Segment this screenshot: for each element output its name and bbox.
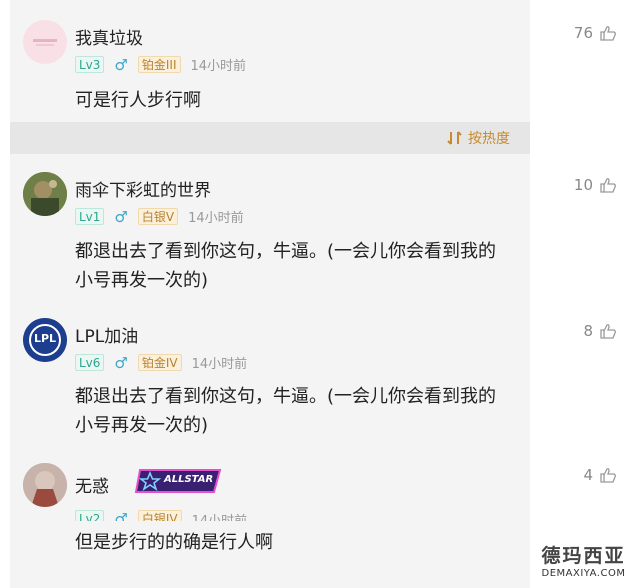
- timestamp: 14小时前: [192, 510, 248, 521]
- like-count: 76: [573, 24, 593, 42]
- username[interactable]: LPL加油: [75, 322, 138, 347]
- lpl-logo-text: LPL: [33, 332, 57, 345]
- rank-badge: 白银V: [137, 208, 179, 225]
- sort-icon: [447, 131, 462, 145]
- comment-text: 可是行人步行啊: [75, 90, 201, 111]
- male-icon: ♂: [114, 510, 128, 521]
- username[interactable]: 无惑: [75, 472, 109, 497]
- comment-text: 但是步行的的确是行人啊: [75, 532, 273, 553]
- timestamp: 14小时前: [188, 211, 244, 226]
- watermark-url: DEMAXIYA.COM: [541, 568, 626, 579]
- avatar-photo-icon: [23, 172, 67, 216]
- thumb-icon: [600, 468, 616, 483]
- avatar[interactable]: LPL: [23, 318, 67, 362]
- thumb-icon: [600, 178, 616, 193]
- timestamp: 14小时前: [191, 357, 248, 372]
- thumb-icon: [600, 26, 616, 41]
- allstar-label: ALLSTAR: [164, 474, 214, 485]
- sort-by-hot-button[interactable]: 按热度: [447, 128, 510, 148]
- male-icon: ♂: [114, 207, 128, 226]
- like-button[interactable]: 4: [583, 466, 617, 484]
- avatar-pink-icon: [33, 39, 57, 46]
- like-button[interactable]: 10: [574, 176, 617, 194]
- sort-bar: 按热度: [10, 122, 530, 154]
- like-count: 8: [583, 322, 593, 340]
- level-badge: Lv3: [75, 56, 105, 73]
- avatar-photo-icon: [23, 463, 67, 507]
- rank-badge: 白银IV: [137, 510, 182, 521]
- username[interactable]: 雨伞下彩虹的世界: [75, 176, 211, 201]
- comment-text: 都退出去了看到你这句，牛逼。(一会儿你会看到我的小号再发一次的): [75, 386, 497, 436]
- allstar-badge: ALLSTAR: [134, 468, 224, 494]
- rank-badge: 铂金IV: [137, 354, 182, 371]
- user-meta: Lv3 ♂ 铂金III 14小时前: [75, 55, 246, 74]
- user-meta: Lv1 ♂ 白银V 14小时前: [75, 207, 244, 226]
- male-icon: ♂: [114, 55, 128, 74]
- male-icon: ♂: [114, 353, 128, 372]
- like-count: 10: [573, 176, 593, 194]
- username[interactable]: 我真垃圾: [75, 24, 143, 49]
- watermark: 德玛西亚 DEMAXIYA.COM: [530, 544, 637, 588]
- timestamp: 14小时前: [190, 59, 247, 74]
- user-meta: Lv6 ♂ 铂金IV 14小时前: [75, 353, 247, 372]
- level-badge: Lv2: [75, 510, 105, 521]
- like-count: 4: [583, 466, 593, 484]
- avatar[interactable]: [23, 463, 67, 507]
- rank-badge: 铂金III: [137, 56, 181, 73]
- like-button[interactable]: 76: [574, 24, 617, 42]
- level-badge: Lv1: [75, 208, 105, 225]
- user-meta: Lv2 ♂ 白银IV 14小时前: [75, 510, 247, 521]
- like-button[interactable]: 8: [583, 322, 617, 340]
- watermark-title: 德玛西亚: [541, 545, 626, 567]
- level-badge: Lv6: [75, 354, 105, 371]
- avatar[interactable]: [23, 20, 67, 64]
- sort-label: 按热度: [468, 131, 510, 147]
- comment-text: 都退出去了看到你这句，牛逼。(一会儿你会看到我的小号再发一次的): [75, 241, 497, 291]
- thumb-icon: [600, 324, 616, 339]
- avatar[interactable]: [23, 172, 67, 216]
